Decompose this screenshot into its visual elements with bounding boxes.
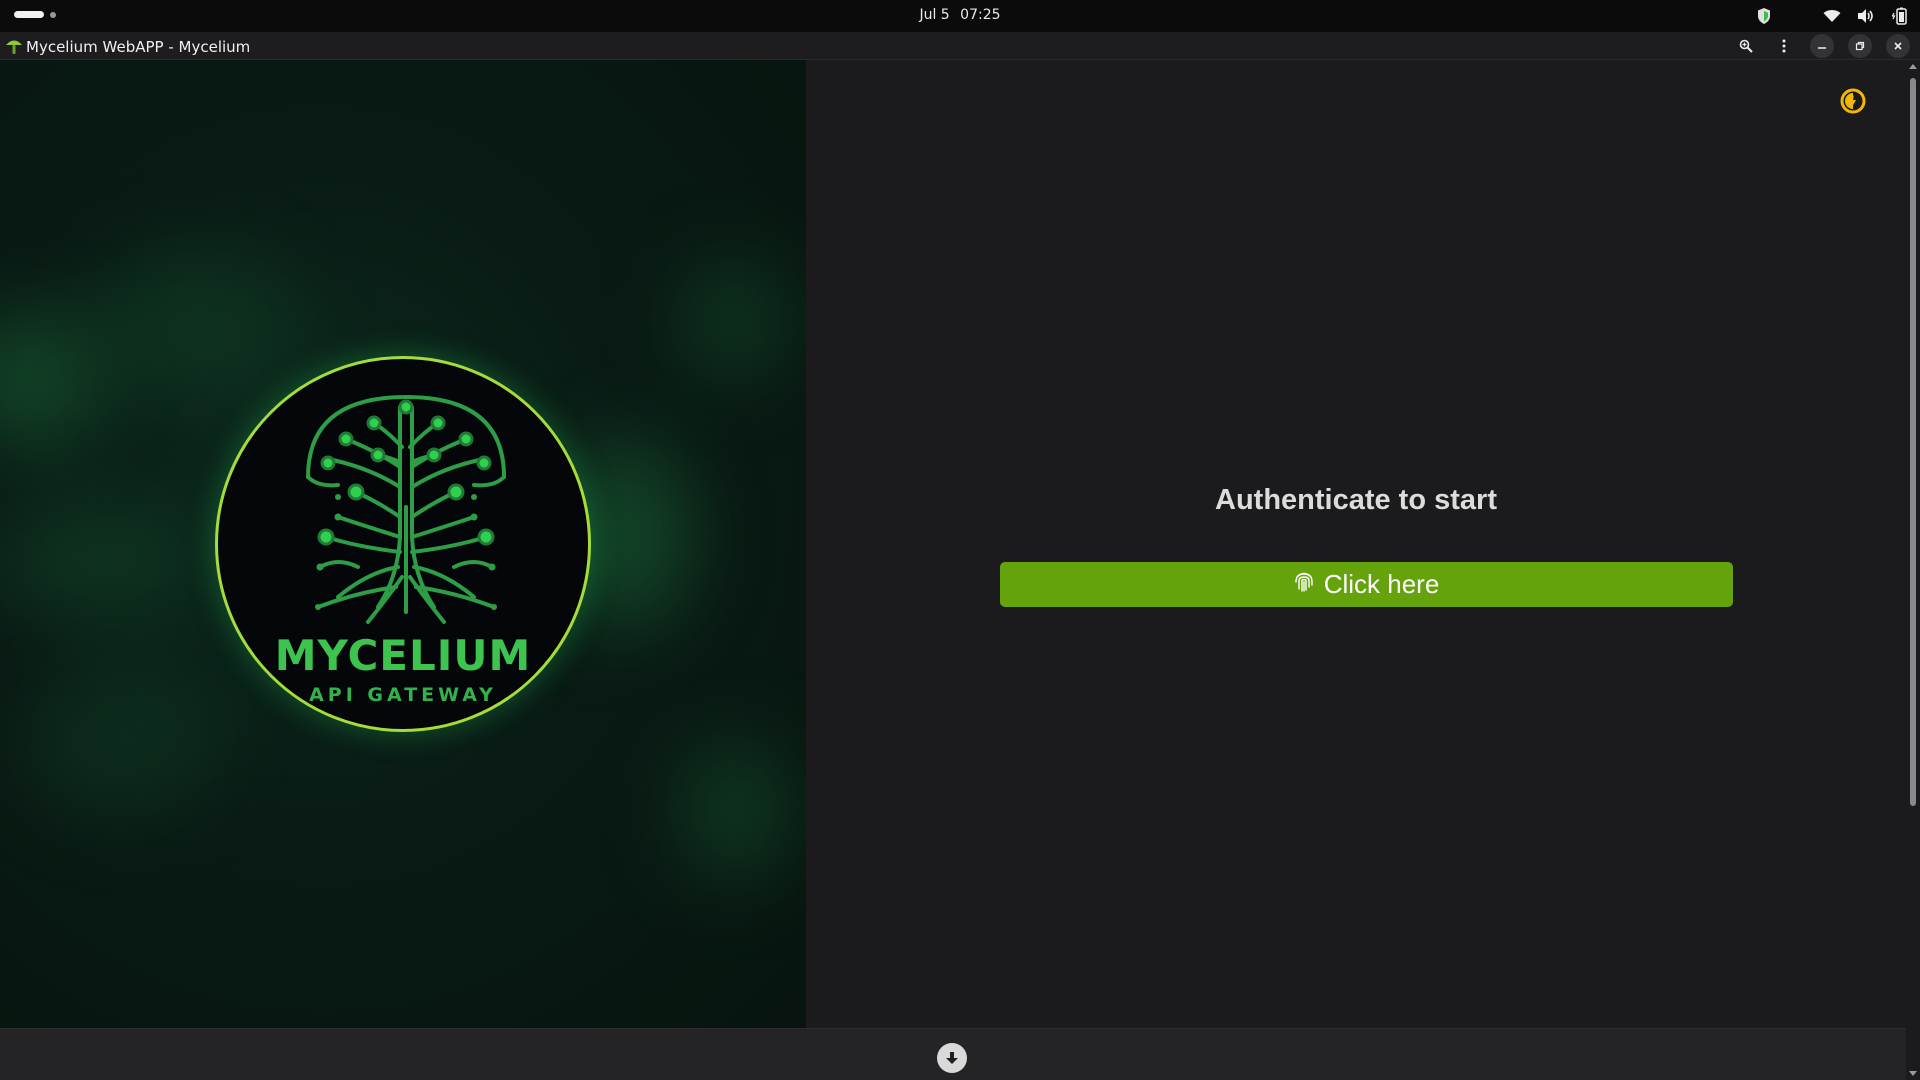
wifi-icon[interactable]: [1822, 6, 1842, 26]
tree-network-icon: [306, 394, 506, 624]
shield-icon[interactable]: [1754, 6, 1774, 26]
background-glow: [680, 740, 790, 880]
bottom-bar: [0, 1028, 1906, 1080]
system-top-bar: Jul 5 07:25: [0, 0, 1920, 32]
background-glow: [0, 500, 200, 620]
auth-title: Authenticate to start: [1215, 484, 1497, 516]
vertical-scrollbar[interactable]: [1906, 60, 1920, 1080]
scroll-up-arrow-icon[interactable]: [1909, 64, 1917, 69]
restore-icon[interactable]: [1848, 34, 1872, 58]
window-title-bar[interactable]: Mycelium WebAPP - Mycelium: [0, 32, 1920, 60]
logo-circle: MYCELIUM API GATEWAY: [215, 356, 591, 732]
clock-time: 07:25: [960, 7, 1001, 23]
mycelium-logo: MYCELIUM API GATEWAY: [215, 356, 591, 732]
window-title: Mycelium WebAPP - Mycelium: [26, 38, 251, 56]
scrollbar-thumb[interactable]: [1910, 78, 1916, 806]
background-glow: [20, 660, 220, 820]
clock[interactable]: Jul 5 07:25: [0, 7, 1920, 23]
branding-panel: MYCELIUM API GATEWAY: [0, 60, 806, 1028]
window-controls: [1734, 34, 1910, 58]
logo-name-text: MYCELIUM: [274, 631, 532, 680]
authenticate-button-label: Click here: [1323, 569, 1440, 599]
background-glow: [680, 260, 790, 380]
volume-icon[interactable]: [1856, 6, 1876, 26]
clock-date: Jul 5: [919, 7, 950, 23]
download-arrow-icon[interactable]: [937, 1043, 967, 1073]
system-tray[interactable]: [1754, 6, 1910, 26]
authenticate-button[interactable]: Click here: [1000, 562, 1733, 607]
mushroom-app-icon: [5, 37, 23, 55]
scroll-down-arrow-icon[interactable]: [1909, 1071, 1917, 1076]
theme-toggle-icon[interactable]: [1840, 88, 1866, 114]
logo-subtitle-text: API GATEWAY: [309, 684, 497, 706]
fingerprint-icon: [1294, 569, 1314, 600]
close-icon[interactable]: [1886, 34, 1910, 58]
battery-icon[interactable]: [1890, 6, 1910, 26]
auth-panel: Authenticate to start Click here: [806, 60, 1906, 1028]
zoom-icon[interactable]: [1734, 34, 1758, 58]
web-content: MYCELIUM API GATEWAY Authenticate to sta…: [0, 60, 1920, 1080]
minimize-icon[interactable]: [1810, 34, 1834, 58]
menu-kebab-icon[interactable]: [1772, 34, 1796, 58]
